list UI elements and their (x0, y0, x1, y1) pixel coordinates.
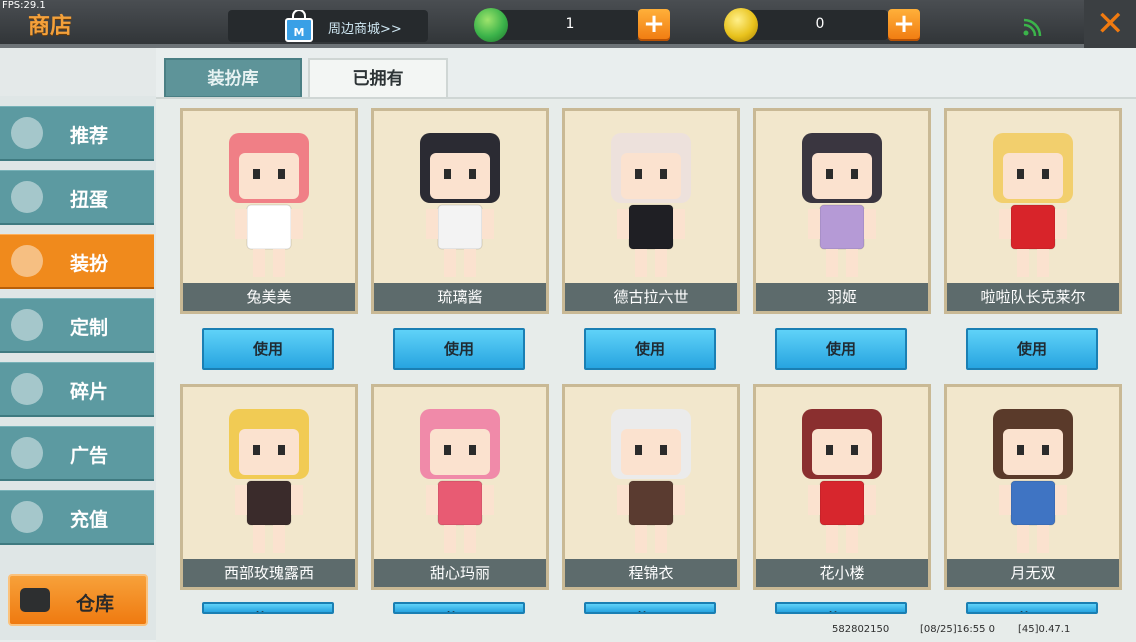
skin-card[interactable]: 程锦衣 (562, 384, 740, 590)
use-button[interactable]: 使用 (393, 602, 525, 614)
mall-link-label[interactable]: 周边商城>> (328, 18, 402, 37)
coin-count: 0 (815, 16, 825, 32)
skin-name: 甜心玛丽 (374, 559, 546, 587)
skin-name: 程锦衣 (565, 559, 737, 587)
character-figure (802, 409, 882, 553)
sidebar-item-5[interactable]: 碎片 (0, 362, 154, 417)
skin-card[interactable]: 兔美美 (180, 108, 358, 314)
character-figure (611, 133, 691, 277)
use-button[interactable]: 使用 (966, 328, 1098, 370)
skin-card[interactable]: 羽姬 (753, 108, 931, 314)
character-figure (611, 409, 691, 553)
tab-owned[interactable]: 已拥有 (308, 58, 448, 100)
skin-card[interactable]: 西部玫瑰露西 (180, 384, 358, 590)
use-button[interactable]: 使用 (584, 328, 716, 370)
skin-card[interactable]: 琉璃酱 (371, 108, 549, 314)
sidebar-item-6[interactable]: 广告 (0, 426, 154, 481)
sidebar-item-label: 装扮 (70, 253, 109, 275)
warehouse-button[interactable]: 仓库 (8, 574, 148, 626)
footer-uid: 582802150 (832, 624, 890, 635)
skin-card[interactable]: 啦啦队长克莱尔 (944, 108, 1122, 314)
sidebar-item-label: 碎片 (70, 381, 109, 403)
close-icon[interactable]: ✕ (1096, 6, 1125, 42)
sidebar-item-label: 广告 (70, 445, 109, 467)
tab-costume-library[interactable]: 装扮库 (164, 58, 302, 98)
add-gems-button[interactable]: + (638, 9, 670, 41)
character-figure (420, 409, 500, 553)
skin-name: 花小楼 (756, 559, 928, 587)
skin-card[interactable]: 月无双 (944, 384, 1122, 590)
gem-count: 1 (565, 16, 575, 32)
use-button[interactable]: 使用 (775, 602, 907, 614)
sidebar-item-1[interactable]: 推荐 (0, 106, 154, 161)
use-button[interactable]: 使用 (202, 328, 334, 370)
shopping-bag-icon: M (285, 10, 313, 42)
skin-name: 羽姬 (756, 283, 928, 311)
svg-text:M: M (294, 26, 305, 39)
wifi-icon (1023, 18, 1042, 36)
use-button[interactable]: 使用 (393, 328, 525, 370)
capsule-icon (6, 177, 48, 217)
shirt-icon (6, 241, 48, 281)
skin-name: 月无双 (947, 559, 1119, 587)
footer-time: [08/25]16:55 0 (920, 624, 995, 635)
character-figure (993, 133, 1073, 277)
skin-card[interactable]: 花小楼 (753, 384, 931, 590)
gold-coin-icon (724, 8, 758, 42)
coins-icon (6, 497, 48, 537)
page-title: 商店 (28, 14, 73, 39)
skin-card[interactable]: 德古拉六世 (562, 108, 740, 314)
skin-name: 西部玫瑰露西 (183, 559, 355, 587)
sidebar-item-7[interactable]: 充值 (0, 490, 154, 545)
use-button[interactable]: 使用 (966, 602, 1098, 614)
skin-name: 兔美美 (183, 283, 355, 311)
top-bar-accent (0, 44, 1136, 48)
character-figure (229, 133, 309, 277)
skin-name: 琉璃酱 (374, 283, 546, 311)
sidebar-item-label: 充值 (70, 509, 109, 531)
sidebar-item-label: 定制 (70, 317, 109, 339)
use-button[interactable]: 使用 (202, 602, 334, 614)
footer-version: [45]0.47.1 (1018, 624, 1071, 635)
sidebar-item-4[interactable]: 定制 (0, 298, 154, 353)
sidebar-item-label: 扭蛋 (70, 189, 109, 211)
sidebar-header (0, 48, 156, 96)
skin-name: 啦啦队长克莱尔 (947, 283, 1119, 311)
character-figure (802, 133, 882, 277)
play-icon (6, 433, 48, 473)
chest-icon (20, 588, 50, 612)
sidebar-item-2[interactable]: 扭蛋 (0, 170, 154, 225)
character-figure (229, 409, 309, 553)
sidebar-item-3[interactable]: 装扮 (0, 234, 154, 289)
add-coins-button[interactable]: + (888, 9, 920, 41)
warehouse-label: 仓库 (76, 593, 115, 615)
green-gem-icon (474, 8, 508, 42)
skin-card[interactable]: 甜心玛丽 (371, 384, 549, 590)
use-button[interactable]: 使用 (775, 328, 907, 370)
puzzle-icon (6, 369, 48, 409)
character-figure (993, 409, 1073, 553)
character-figure (420, 133, 500, 277)
skin-name: 德古拉六世 (565, 283, 737, 311)
use-button[interactable]: 使用 (584, 602, 716, 614)
pencil-icon (6, 305, 48, 345)
sidebar-item-label: 推荐 (70, 125, 109, 147)
thumbs-up-icon (6, 113, 48, 153)
